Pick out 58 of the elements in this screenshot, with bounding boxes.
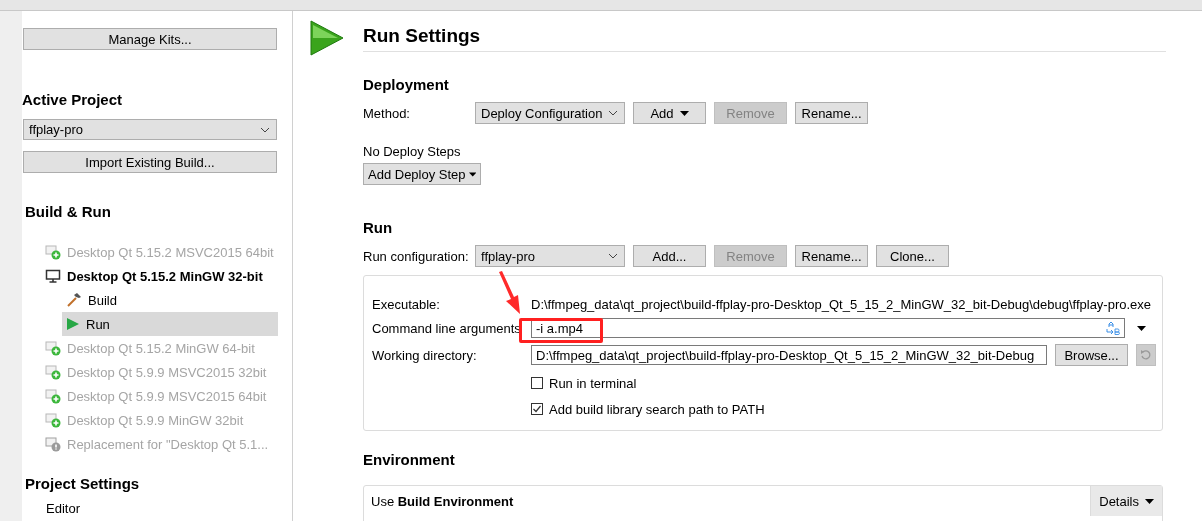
annotation-arrow	[498, 271, 522, 315]
action-button[interactable]: Rename...	[795, 245, 868, 267]
method-combo[interactable]: Deploy Configuration	[475, 102, 625, 124]
kit-add-icon	[45, 388, 61, 404]
run-icon	[66, 317, 80, 331]
caret-icon	[679, 110, 689, 116]
caret-icon	[468, 171, 476, 177]
action-button[interactable]: Add...	[633, 245, 706, 267]
working-directory-field[interactable]: D:\ffmpeg_data\qt_project\build-ffplay-pro-Desktop_Qt_5_15_2_MinGW_32_bit-Debug	[531, 345, 1047, 365]
field-label: Executable:	[372, 297, 441, 312]
kit-item[interactable]: Desktop Qt 5.15.2 MinGW 32-bit	[22, 264, 292, 288]
variables-icon	[1106, 321, 1120, 335]
chevron-icon	[260, 126, 270, 133]
details-button[interactable]: Details	[1090, 486, 1162, 516]
action-button[interactable]: Clone...	[876, 245, 949, 267]
undo-icon	[1140, 349, 1152, 361]
field-label: Working directory:	[372, 347, 478, 363]
checkbox[interactable]	[531, 403, 543, 415]
hammer-icon	[66, 292, 82, 308]
caret-icon	[1137, 325, 1146, 331]
kit-warning-icon	[45, 436, 61, 452]
kit-add-icon	[45, 244, 61, 260]
monitor-icon	[45, 268, 61, 284]
kit-add-icon	[45, 364, 61, 380]
chevron-icon	[608, 253, 618, 259]
play-icon	[310, 20, 344, 56]
checkbox-label: Add build library search path to PATH	[549, 401, 765, 417]
section-heading: Project Settings	[25, 475, 141, 492]
tree-item[interactable]: Build	[62, 288, 278, 312]
section-heading: Deployment	[363, 76, 450, 93]
project-combo[interactable]: ffplay-pro	[23, 119, 277, 140]
kit-add-icon	[45, 340, 61, 356]
status-text: No Deploy Steps	[363, 144, 462, 159]
arguments-field[interactable]: -i a.mp4	[531, 318, 1125, 338]
field-label: Run configuration:	[363, 248, 467, 264]
section-heading: Environment	[363, 451, 456, 468]
kit-add-icon	[45, 412, 61, 428]
checkbox-label: Run in terminal	[549, 375, 637, 391]
caret-icon	[1145, 498, 1154, 504]
manage-kits-button[interactable]: Manage Kits...	[23, 28, 277, 50]
field-label: Method:	[363, 105, 411, 121]
chevron-icon	[608, 110, 618, 116]
action-button[interactable]: Rename...	[795, 102, 868, 124]
add-deploy-step-button[interactable]: Add Deploy Step	[363, 163, 481, 185]
section-heading: Run	[363, 219, 394, 236]
executable-path: D:\ffmpeg_data\qt_project\build-ffplay-pro-Desktop_Qt_5_15_2_MinGW_32_bit-Debug\debug\ffplay-pro.exe	[531, 297, 1153, 312]
tree-item[interactable]: Run	[62, 312, 278, 336]
run-config-combo[interactable]: ffplay-pro	[475, 245, 625, 267]
section-heading: Active Project	[22, 91, 124, 108]
import-build-button[interactable]: Import Existing Build...	[23, 151, 277, 173]
checkbox[interactable]	[531, 377, 543, 389]
browse-button[interactable]: Browse...	[1055, 344, 1128, 366]
section-heading: Build & Run	[25, 203, 112, 220]
environment-label: Use Build Environment	[370, 493, 514, 509]
field-label: Command line arguments	[372, 320, 522, 336]
settings-item[interactable]: Editor	[22, 496, 292, 520]
page-title: Run Settings	[363, 20, 1166, 52]
add-button[interactable]: Add	[633, 102, 706, 124]
